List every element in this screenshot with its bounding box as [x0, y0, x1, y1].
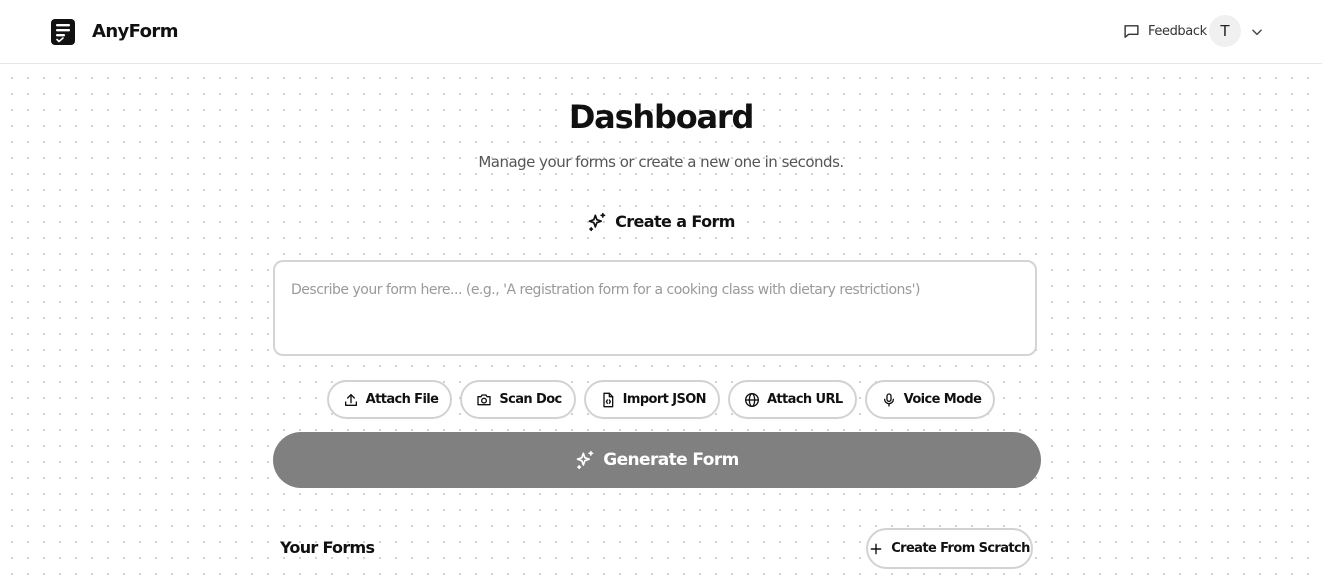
attach-file-button[interactable]: Attach File [326, 380, 453, 419]
plus-icon [870, 543, 882, 554]
feedback-label: Feedback [1148, 23, 1207, 39]
scan-doc-label: Scan Doc [499, 392, 562, 407]
create-form-heading: Create a Form [0, 210, 1322, 234]
form-description-input[interactable] [273, 260, 1037, 356]
page-subtitle: Manage your forms or create a new one in… [478, 153, 844, 171]
import-json-label: Import JSON [622, 392, 707, 407]
feedback-button[interactable]: Feedback [1123, 20, 1207, 42]
scan-doc-button[interactable]: Scan Doc [460, 380, 576, 419]
generate-form-label: Generate Form [603, 450, 739, 470]
sparkles-icon [576, 450, 594, 470]
top-bar: AnyForm Feedback T [0, 0, 1322, 64]
upload-icon [344, 393, 357, 406]
voice-mode-button[interactable]: Voice Mode [864, 380, 996, 419]
attachment-options: Attach File Scan Doc Import JSON Attach … [0, 380, 1322, 419]
create-from-scratch-label: Create From Scratch [891, 541, 1030, 556]
import-json-button[interactable]: Import JSON [583, 380, 720, 419]
attach-url-button[interactable]: Attach URL [727, 380, 857, 419]
generate-form-button[interactable]: Generate Form [273, 432, 1041, 488]
voice-mode-label: Voice Mode [903, 392, 982, 407]
create-from-scratch-button[interactable]: Create From Scratch [866, 528, 1033, 569]
document-check-icon[interactable] [51, 19, 75, 45]
your-forms-heading: Your Forms [280, 538, 375, 557]
user-avatar[interactable]: T [1209, 15, 1241, 47]
brand-name[interactable]: AnyForm [92, 20, 178, 44]
sparkles-icon [588, 212, 606, 232]
chevron-down-icon[interactable] [1250, 25, 1264, 39]
attach-url-label: Attach URL [766, 392, 843, 407]
file-code-icon [602, 392, 613, 407]
page-title: Dashboard [568, 98, 755, 136]
globe-icon [744, 392, 759, 407]
attach-file-label: Attach File [365, 392, 439, 407]
microphone-icon [883, 392, 894, 407]
message-square-icon [1124, 24, 1139, 38]
camera-icon [477, 393, 492, 405]
create-form-label: Create a Form [615, 212, 735, 231]
